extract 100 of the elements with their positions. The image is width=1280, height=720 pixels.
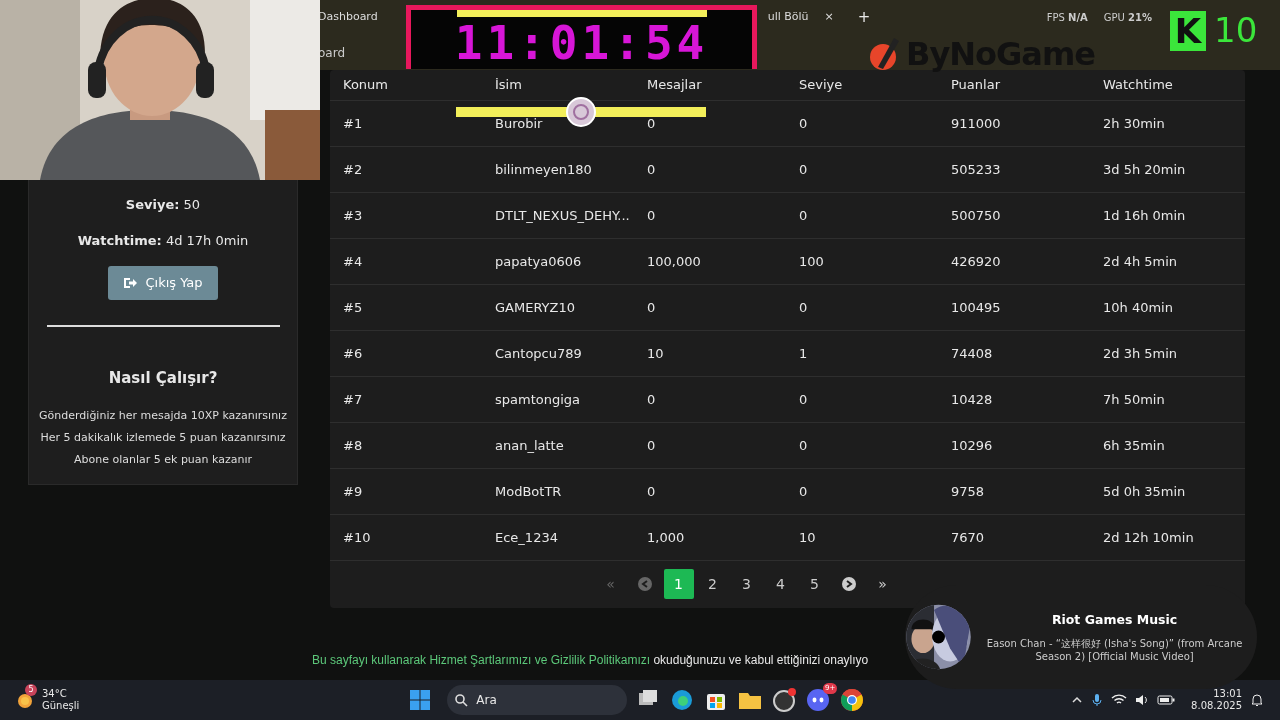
track-title: Eason Chan - “这样很好 (Isha's Song)” (from Arcane Season 2) [Official Music Video] [985, 637, 1244, 664]
table-cell-text: Burobir [494, 114, 544, 133]
table-cell-text: 0 [646, 114, 657, 133]
table-cell-text: 505233 [950, 160, 1002, 179]
table-cell-text: 0 [646, 390, 657, 409]
table-cell-text: 0 [798, 114, 809, 133]
profile-stat: Seviye: 50 [124, 196, 202, 214]
footer-text: Bu sayfayı kullanarak Hizmet Şartlarımızı ve Gizlilik Politikamızı okuduğunuzu ve kabul ettiğinizi onaylıyo [312, 652, 869, 669]
table-cell-text: #4 [342, 252, 364, 271]
app-icon[interactable] [771, 687, 798, 713]
table-cell-text: 3d 5h 20min [1102, 160, 1187, 179]
table-cell-text: #8 [342, 436, 364, 455]
table-cell-text: 911000 [950, 114, 1002, 133]
table-cell-text: 2d 3h 5min [1102, 344, 1179, 363]
table-cell-text: 0 [798, 482, 809, 501]
info-text: Abone olanlar 5 ek puan kazanır [72, 452, 254, 468]
table-cell-text: 74408 [950, 344, 994, 363]
table-cell-text: 1d 16h 0min [1102, 206, 1187, 225]
terms-link[interactable]: Bu sayfayı kullanarak Hizmet Şartlarımızı ve Gizlilik Politikamızı [312, 653, 651, 667]
page-button[interactable]: 5 [799, 569, 830, 599]
weather-condition: Güneşli [42, 700, 80, 713]
battery-icon[interactable] [1157, 695, 1176, 705]
table-cell-text: GAMERYZ10 [494, 298, 576, 317]
wifi-icon[interactable] [1111, 694, 1128, 706]
table-cell-text: 1,000 [646, 528, 686, 547]
table-cell-text: 2h 30min [1102, 114, 1166, 133]
table-cell-text: #7 [342, 390, 364, 409]
table-cell-text: 426920 [950, 252, 1002, 271]
table-cell-text: #2 [342, 160, 364, 179]
table-cell-text: 10428 [950, 390, 994, 409]
table-cell-text: 0 [798, 206, 809, 225]
microphone-icon[interactable] [1091, 693, 1104, 707]
table-cell-text: 100495 [950, 298, 1002, 317]
next-page-icon[interactable] [841, 577, 856, 591]
browser-tab[interactable]: ull Bölü [767, 9, 809, 26]
table-cell-text: 0 [798, 298, 809, 317]
table-cell-text: 0 [646, 436, 657, 455]
table-cell-text: Cantopcu789 [494, 344, 583, 363]
table-cell-text: #6 [342, 344, 364, 363]
page-button[interactable]: 4 [765, 569, 796, 599]
table-cell-text: 10 [646, 344, 665, 363]
table-cell-text: 0 [798, 436, 809, 455]
column-header: Watchtime [1102, 76, 1174, 95]
table-cell-text: 2d 12h 10min [1102, 528, 1195, 547]
table-cell-text: ModBotTR [494, 482, 563, 501]
music-title: Riot Games Music [1050, 610, 1179, 629]
column-header: Puanlar [950, 76, 1001, 95]
new-tab-button[interactable]: + [857, 6, 871, 29]
table-cell-text: 9758 [950, 482, 986, 501]
table-cell-text: 1 [798, 344, 809, 363]
notification-count: 5 [25, 683, 37, 696]
emblem-icon [566, 97, 596, 127]
table-cell-text: 0 [798, 390, 809, 409]
table-cell-text: Ece_1234 [494, 528, 559, 547]
table-cell-text: anan_latte [494, 436, 565, 455]
table-cell-text: papatya0606 [494, 252, 583, 271]
table-cell-text: 100 [798, 252, 825, 271]
last-page-button[interactable]: » [867, 569, 898, 599]
notification-bell-icon[interactable] [1250, 693, 1264, 707]
viewer-count: 10 [1214, 9, 1258, 52]
table-cell-text: #5 [342, 298, 364, 317]
table-cell-text: 0 [646, 206, 657, 225]
page-button[interactable]: 3 [731, 569, 762, 599]
clock-time[interactable]: 13:01 [1191, 687, 1242, 700]
table-cell-text: 10 [798, 528, 817, 547]
speaker-icon[interactable] [1135, 694, 1150, 706]
temperature-text: 34°C [42, 687, 68, 700]
search-field[interactable]: Ara [447, 685, 628, 715]
weather-icon[interactable] [16, 691, 34, 709]
start-icon[interactable] [409, 689, 432, 711]
table-cell-text: #10 [342, 528, 372, 547]
profile-stat: Watchtime: 4d 17h 0min [76, 231, 250, 250]
table-cell-text: #3 [342, 206, 364, 225]
logout-button[interactable]: Çıkış Yap [108, 266, 218, 300]
close-button[interactable]: × [816, 9, 842, 26]
table-cell-text: spamtongiga [494, 390, 582, 409]
table-cell-text: 6h 35min [1102, 436, 1166, 455]
table-cell-text: 10296 [950, 436, 994, 455]
chrome-icon[interactable] [839, 687, 866, 713]
channel-badge: K [1170, 10, 1206, 51]
table-cell-text: 0 [798, 160, 809, 179]
page-button[interactable]: 2 [697, 569, 728, 599]
table-cell-text: #9 [342, 482, 364, 501]
table-cell-text: DTLT_NEXUS_DEHY... [494, 206, 631, 225]
table-cell-text: 10h 40min [1102, 298, 1174, 317]
table-cell-text: 100,000 [646, 252, 702, 271]
column-header: Seviye [798, 76, 844, 95]
table-cell-text: bilinmeyen180 [494, 160, 593, 179]
logout-icon [123, 276, 138, 289]
timer-text: 11:01:54 [453, 17, 710, 69]
table-cell-text: 0 [646, 298, 657, 317]
table-cell-text: 0 [646, 482, 657, 501]
table-cell-text: 0 [646, 160, 657, 179]
column-header: Konum [342, 76, 389, 95]
table-cell-text: 2d 4h 5min [1102, 252, 1179, 271]
performance-stat: FPS N/A [1046, 11, 1088, 25]
table-cell-text: 7670 [950, 528, 986, 547]
table-cell-text: 500750 [950, 206, 1002, 225]
table-cell-text: 7h 50min [1102, 390, 1166, 409]
clock-date[interactable]: 8.08.2025 [1191, 700, 1242, 713]
